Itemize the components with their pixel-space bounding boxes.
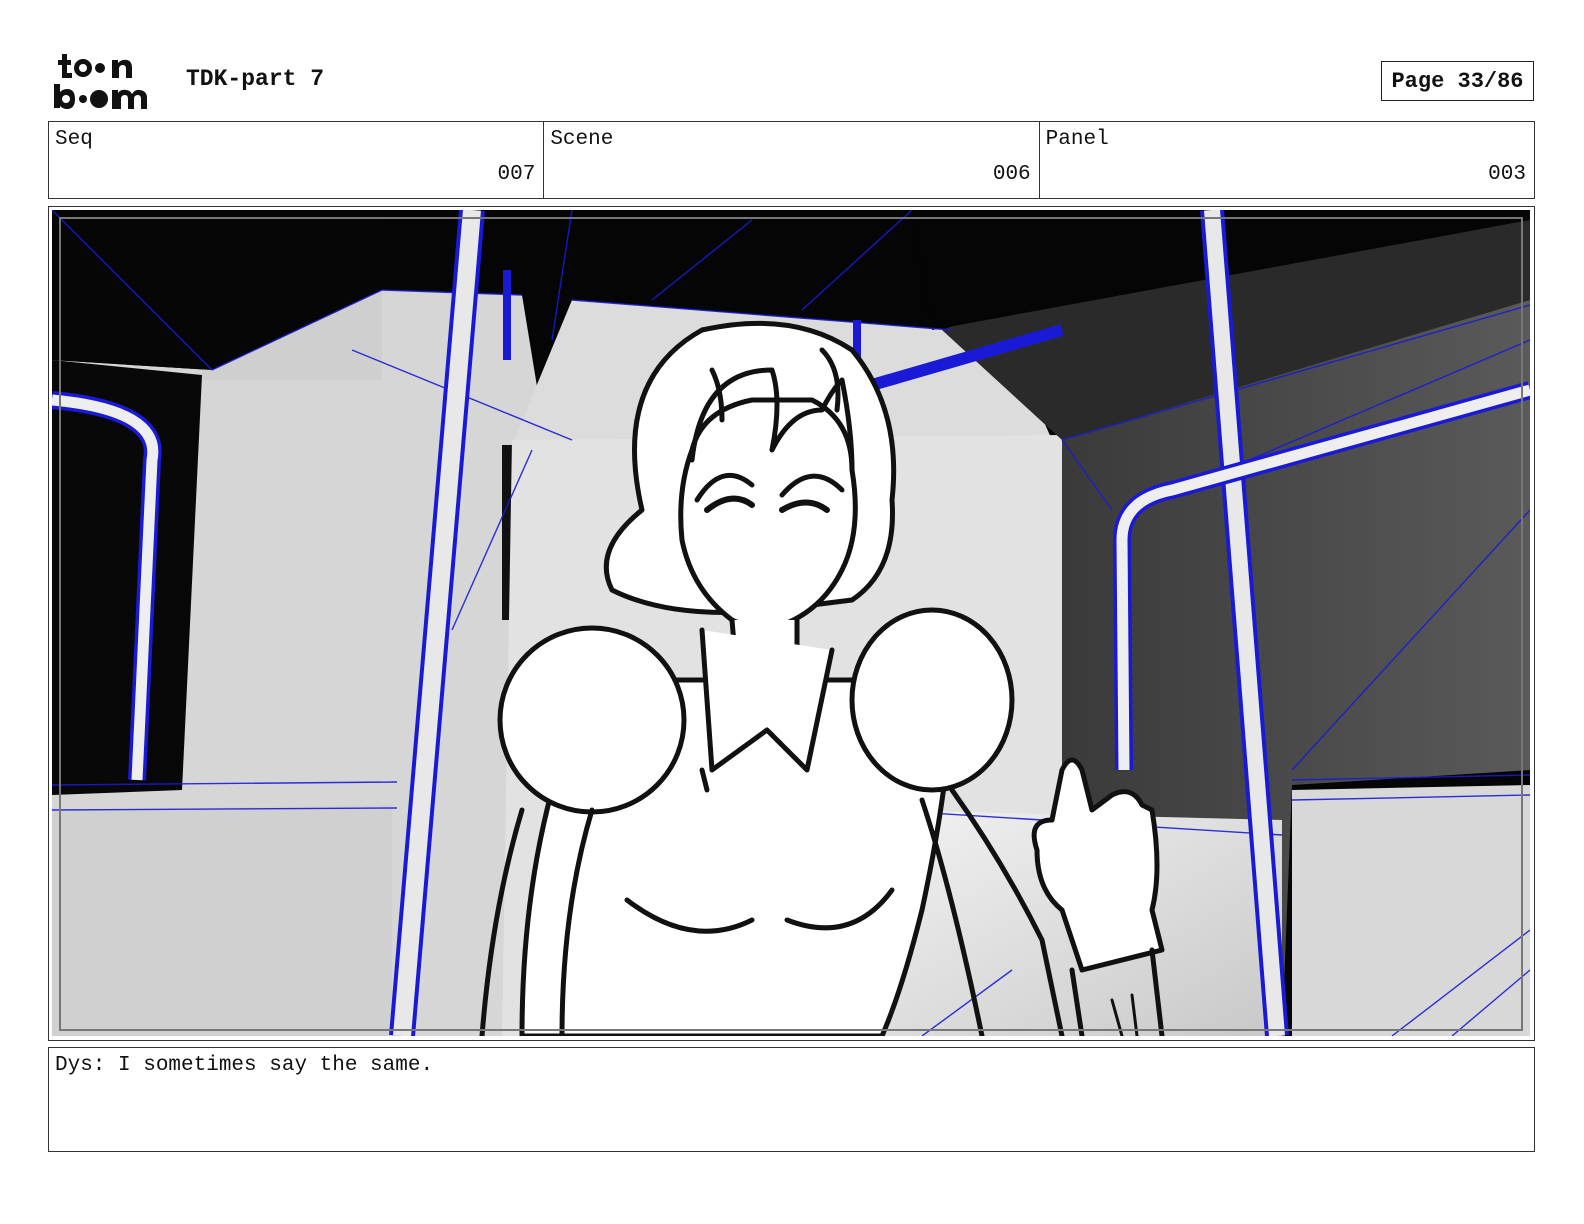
panel-label: Panel	[1045, 128, 1109, 151]
panel-value: 003	[1488, 163, 1526, 186]
dialogue-box: Dys: I sometimes say the same.	[48, 1047, 1535, 1152]
scene-label: Scene	[550, 128, 614, 151]
scene-cell: Scene 006	[544, 122, 1040, 198]
document-title: TDK-part 7	[186, 66, 325, 92]
panel-drawing	[52, 210, 1530, 1036]
seq-label: Seq	[55, 128, 93, 151]
scene-value: 006	[992, 163, 1031, 186]
dialogue-text: Dys: I sometimes say the same.	[55, 1054, 434, 1077]
seq-value: 007	[497, 163, 536, 186]
panel-info-row: Seq 007 Scene 006 Panel 003	[48, 121, 1535, 199]
seq-cell: Seq 007	[49, 122, 545, 198]
page-indicator: Page 33/86	[1381, 61, 1534, 101]
toon-boom-logo	[54, 54, 147, 109]
storyboard-panel	[48, 206, 1535, 1041]
panel-cell: Panel 003	[1040, 122, 1534, 198]
